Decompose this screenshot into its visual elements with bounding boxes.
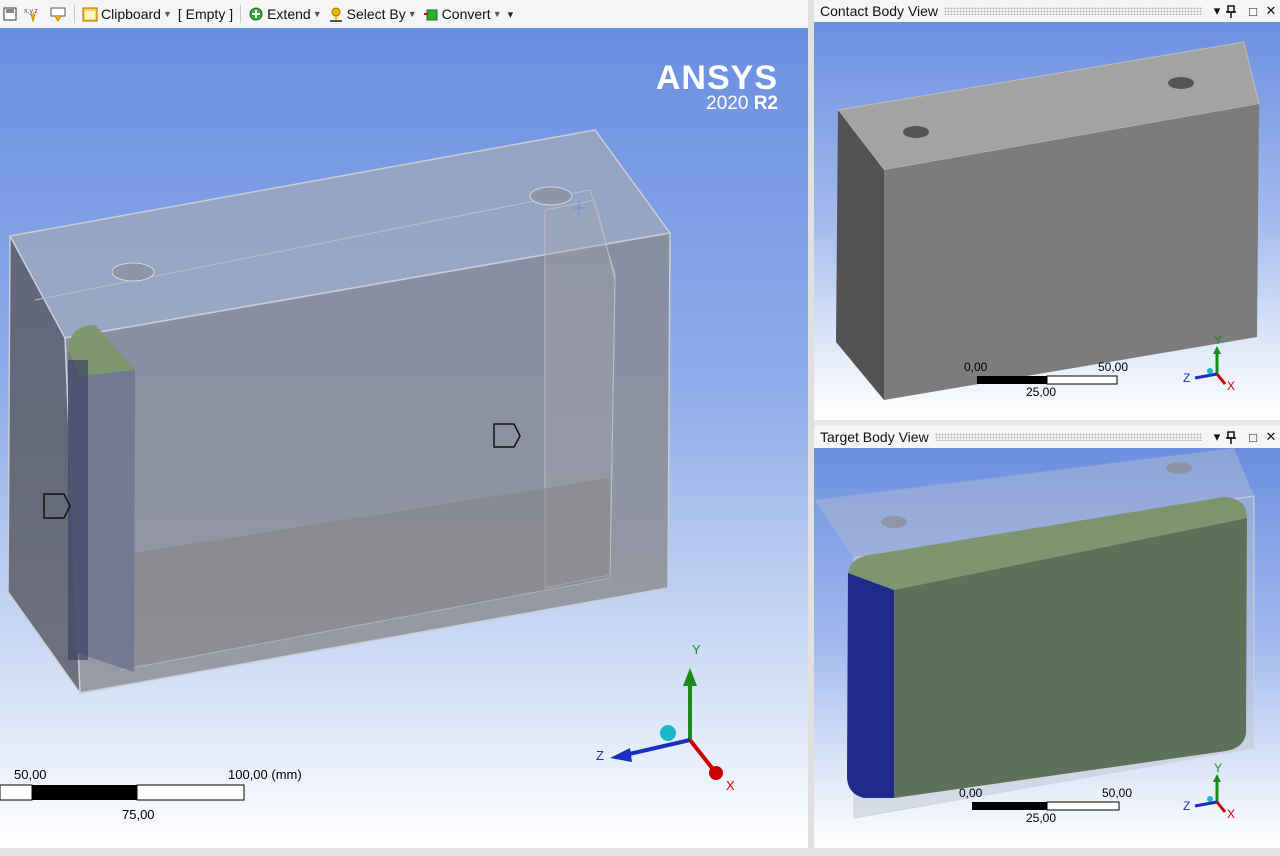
clipboard-button[interactable]: Clipboard ▼ [79,3,175,25]
scale-mid-label: 25,00 [1026,811,1057,825]
status-bar [0,848,1280,856]
axis-triad: Y Z X [596,642,735,793]
hole-left [111,262,155,282]
extend-button[interactable]: Extend ▼ [245,3,325,25]
toolbar-overflow-button[interactable]: ▾ [505,3,517,25]
close-icon[interactable]: ✕ [1262,429,1280,445]
chevron-down-icon: ▼ [162,9,172,19]
xyz-icon[interactable]: x,y,z [20,3,46,25]
axis-z-label: Z [1183,371,1190,385]
scale-right-label: 100,00 (mm) [228,767,302,782]
panel-titlebar: Target Body View ▾ □ ✕ [814,426,1280,448]
clipboard-icon [82,7,98,22]
scale-bar [0,784,245,801]
toolbar-separator [74,5,75,23]
panel-title: Contact Body View [820,3,939,19]
scale-mid-label: 25,00 [1026,385,1057,399]
dropdown-icon[interactable]: ▾ [1208,429,1226,445]
scale-right-label: 50,00 [1098,360,1129,374]
extend-icon [249,7,263,21]
target-body-view-panel: Target Body View ▾ □ ✕ Y Z X 0,00 50,00 … [814,426,1280,848]
select-by-label: Select By [346,6,406,22]
contact-body-view-panel: Contact Body View ▾ □ ✕ Y Z X 0,00 50,00… [814,0,1280,420]
target-body-viewport[interactable]: Y Z X 0,00 50,00 25,00 [814,448,1280,848]
scale-bar [977,375,1118,385]
scale-left-label: 50,00 [14,767,47,782]
overflow-icon: ▾ [507,8,514,21]
axis-x-label: X [1227,807,1235,821]
scale-bar [972,801,1120,811]
scale-left-label: 0,00 [959,786,983,800]
contact-body-geometry: Y Z X [836,41,1260,400]
save-icon[interactable] [0,3,20,25]
axis-z-label: Z [1183,799,1190,813]
chevron-down-icon: ▼ [312,9,322,19]
chevron-down-icon: ▼ [407,9,417,19]
toolbar-separator [240,5,242,23]
axis-y-label: Y [1214,761,1222,775]
target-surface-side [847,573,894,798]
main-graphics-viewport[interactable]: ANSYS 2020 R2 Y Z X 50,00 100,00 (mm) 75… [0,28,808,848]
convert-button[interactable]: Convert ▼ [420,3,505,25]
axis-y-label: Y [692,642,701,657]
titlebar-grip[interactable] [934,433,1202,441]
pin-icon[interactable] [1226,4,1244,18]
hole-right [529,186,573,206]
convert-icon [423,9,438,21]
panel-title: Target Body View [820,429,929,445]
axis-triad: Y Z X [1183,761,1235,821]
titlebar-grip[interactable] [944,7,1202,15]
select-by-icon [329,7,342,22]
maximize-icon[interactable]: □ [1244,430,1262,445]
axis-x-label: X [1227,379,1235,393]
scale-right-label: 50,00 [1102,786,1133,800]
empty-selection-indicator: [ Empty ] [175,3,236,25]
empty-label: [ Empty ] [177,6,234,22]
toolbar: x,y,z Clipboard ▼ [ Empty ] Extend ▼ Selec… [0,0,808,28]
pin-icon[interactable] [1226,430,1244,444]
axis-z-label: Z [596,748,604,763]
panel-titlebar: Contact Body View ▾ □ ✕ [814,0,1280,22]
scale-mid-label: 75,00 [122,807,155,822]
contact-body-viewport[interactable]: Y Z X 0,00 50,00 25,00 [814,22,1280,420]
chevron-down-icon: ▼ [492,9,502,19]
clipboard-label: Clipboard [101,6,161,22]
target-body-geometry: Y Z X [814,448,1255,821]
close-icon[interactable]: ✕ [1262,3,1280,19]
scale-left-label: 0,00 [964,360,988,374]
select-by-button[interactable]: Select By ▼ [325,3,420,25]
maximize-icon[interactable]: □ [1244,4,1262,19]
extend-label: Extend [267,6,311,22]
convert-label: Convert [441,6,491,22]
model-geometry: Y Z X [0,129,735,801]
axis-y-label: Y [1214,333,1222,347]
dropdown-icon[interactable]: ▾ [1208,3,1226,19]
axis-x-label: X [726,778,735,793]
label-icon[interactable] [46,3,70,25]
